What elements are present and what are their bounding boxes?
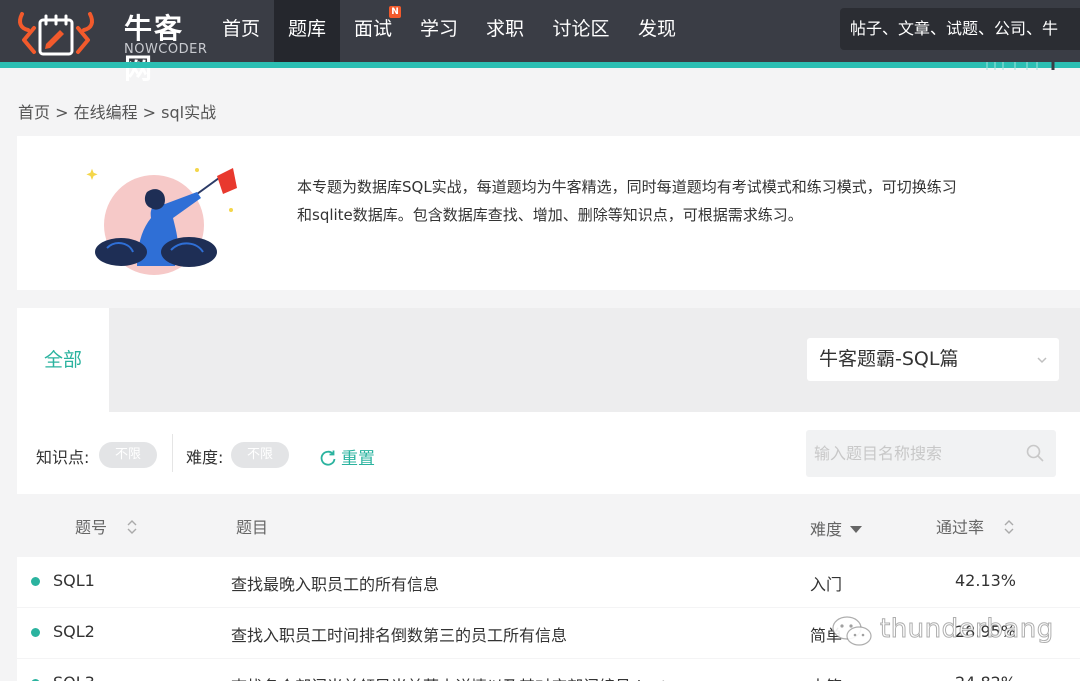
new-badge: N bbox=[389, 6, 401, 18]
filter-row: 知识点: 不限 难度: 不限 重置 bbox=[17, 412, 1080, 494]
column-header-title: 题目 bbox=[236, 518, 269, 537]
question-pass-rate: 42.13% bbox=[955, 571, 1017, 590]
logo[interactable]: 牛客网 NOWCODER bbox=[16, 4, 208, 85]
nav-item-question-bank[interactable]: 题库 bbox=[274, 0, 340, 62]
column-header-label: 通过率 bbox=[936, 518, 985, 537]
sort-desc-icon bbox=[850, 526, 863, 533]
question-title[interactable]: 查找入职员工时间排名倒数第三的员工所有信息 bbox=[231, 622, 567, 646]
question-id: SQL2 bbox=[53, 622, 95, 641]
sort-icon bbox=[1004, 520, 1014, 534]
column-header-id[interactable]: 题号 bbox=[75, 514, 138, 538]
status-dot bbox=[31, 628, 40, 637]
question-search bbox=[806, 430, 1056, 477]
select-value: 牛客题霸-SQL篇 bbox=[819, 348, 959, 370]
top-nav: 牛客网 NOWCODER 首页 题库 面试 N 学习 求职 讨论区 发现 帖子、… bbox=[0, 0, 1080, 85]
table-row[interactable]: SQL1 查找最晚入职员工的所有信息 入门 42.13% bbox=[17, 557, 1080, 607]
tab-all[interactable]: 全部 bbox=[17, 308, 109, 412]
question-set-select[interactable]: 牛客题霸-SQL篇 bbox=[807, 338, 1059, 381]
chevron-down-icon bbox=[1037, 357, 1047, 364]
question-difficulty: 入门 bbox=[810, 575, 843, 594]
topic-description: 本专题为数据库SQL实战，每道题均为牛客精选，同时每道题均有考试模式和练习模式，… bbox=[297, 173, 1080, 229]
search-icon[interactable] bbox=[1026, 444, 1044, 462]
wechat-icon bbox=[832, 616, 872, 646]
question-id: SQL3 bbox=[53, 673, 95, 681]
topic-description-line: 本专题为数据库SQL实战，每道题均为牛客精选，同时每道题均有考试模式和练习模式，… bbox=[297, 178, 957, 196]
question-pass-rate: 24.82% bbox=[955, 673, 1016, 681]
topic-intro-card: 本专题为数据库SQL实战，每道题均为牛客精选，同时每道题均有考试模式和练习模式，… bbox=[17, 136, 1080, 290]
table-header: 题号 题目 难度 通过率 bbox=[17, 494, 1080, 556]
nav-item-learn[interactable]: 学习 bbox=[406, 0, 472, 62]
nav-item-jobs[interactable]: 求职 bbox=[472, 0, 538, 62]
nav-item-home[interactable]: 首页 bbox=[208, 0, 274, 62]
nav-item-discussion[interactable]: 讨论区 bbox=[538, 0, 624, 62]
sort-icon bbox=[127, 520, 137, 534]
watermark: thunderbang bbox=[820, 608, 1060, 656]
divider bbox=[172, 434, 173, 472]
logo-subtitle: NOWCODER bbox=[124, 42, 208, 57]
difficulty-filter-pill[interactable]: 不限 bbox=[231, 442, 289, 468]
topic-description-line: 和sqlite数据库。包含数据库查找、增加、删除等知识点，可根据需求练习。 bbox=[297, 206, 803, 224]
question-difficulty: 中等 bbox=[810, 673, 842, 681]
column-header-label: 难度 bbox=[810, 520, 843, 539]
knowledge-filter-pill[interactable]: 不限 bbox=[99, 442, 157, 468]
reset-button[interactable]: 重置 bbox=[319, 444, 375, 469]
question-id: SQL1 bbox=[53, 571, 95, 590]
column-header-difficulty[interactable]: 难度 bbox=[810, 516, 863, 540]
nav-item-label: 面试 bbox=[353, 18, 392, 40]
difficulty-filter-label: 难度: bbox=[186, 448, 224, 467]
nav-item-discover[interactable]: 发现 bbox=[624, 0, 690, 62]
tab-bar: 全部 牛客题霸-SQL篇 bbox=[17, 308, 1080, 412]
breadcrumb[interactable]: 首页 > 在线编程 > sql实战 bbox=[18, 99, 216, 123]
knowledge-filter-label: 知识点: bbox=[36, 448, 90, 467]
question-title[interactable]: 查找最晚入职员工的所有信息 bbox=[231, 571, 439, 595]
question-title[interactable]: 查找各个部门当前领导当前薪水详情以及其对应部门编号dept_no bbox=[231, 673, 695, 681]
table-row[interactable]: SQL3 查找各个部门当前领导当前薪水详情以及其对应部门编号dept_no 中等… bbox=[17, 659, 1080, 681]
status-dot bbox=[31, 577, 40, 586]
nowcoder-logo-icon bbox=[18, 12, 94, 56]
question-search-input[interactable] bbox=[806, 430, 1016, 477]
nav-accent-stripe bbox=[0, 62, 1080, 68]
column-header-label: 题号 bbox=[75, 518, 108, 537]
refresh-icon bbox=[320, 450, 336, 466]
reset-label: 重置 bbox=[341, 449, 375, 469]
flag-person-illustration-icon bbox=[86, 168, 237, 275]
decorative-lines-icon bbox=[986, 62, 1055, 70]
nav-search-input[interactable]: 帖子、文章、试题、公司、牛 bbox=[840, 8, 1080, 50]
column-header-pass-rate[interactable]: 通过率 bbox=[936, 514, 1015, 538]
watermark-text: thunderbang bbox=[880, 614, 1054, 645]
